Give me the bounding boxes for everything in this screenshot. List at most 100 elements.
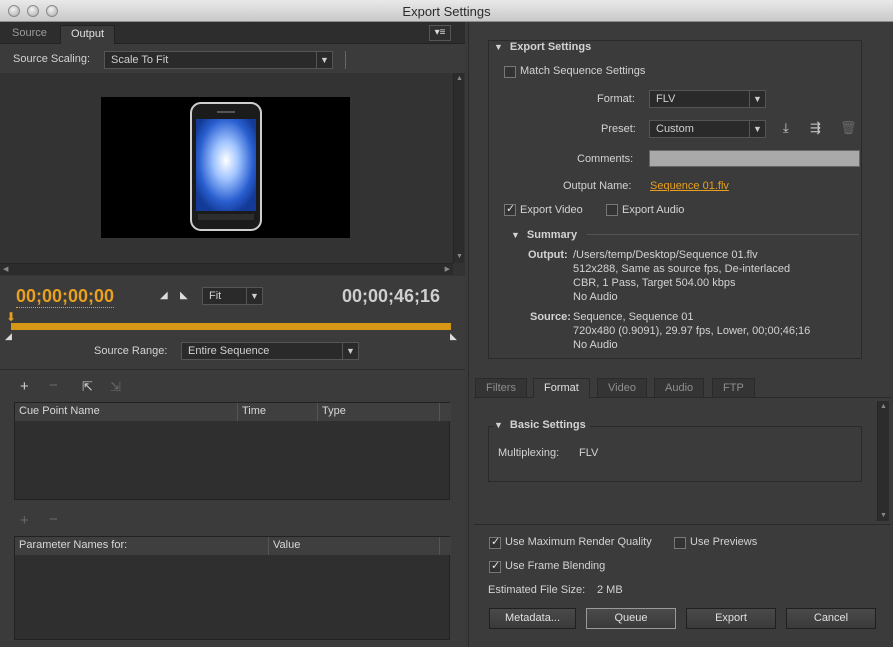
import-cue-points-icon[interactable]: ⇱	[82, 379, 93, 395]
match-sequence-label: Match Sequence Settings	[520, 65, 646, 77]
frame-blending-checkbox[interactable]	[489, 559, 501, 573]
preview-vertical-scrollbar[interactable]: ▲ ▼	[453, 73, 464, 263]
column-header-parameter-names[interactable]: Parameter Names for:	[15, 537, 269, 555]
export-video-label: Export Video	[520, 204, 583, 216]
max-render-quality-label: Use Maximum Render Quality	[505, 536, 652, 548]
settings-vertical-scrollbar[interactable]: ▲ ▼	[877, 401, 889, 521]
tab-ftp[interactable]: FTP	[712, 378, 755, 398]
chevron-down-icon: ▼	[749, 91, 765, 107]
format-value: FLV	[656, 93, 676, 105]
summary-source-line: Sequence, Sequence 01	[573, 311, 694, 323]
playhead-icon[interactable]: ⬇	[6, 310, 16, 324]
basic-settings-header[interactable]: ▼ Basic Settings	[494, 419, 590, 431]
phone-image	[190, 102, 262, 231]
tab-format[interactable]: Format	[533, 378, 590, 398]
chevron-down-icon: ▼	[316, 52, 332, 68]
summary-output-line: CBR, 1 Pass, Target 504.00 kbps	[573, 277, 736, 289]
disclosure-triangle-icon: ▼	[494, 42, 503, 52]
preset-value: Custom	[656, 123, 694, 135]
summary-output-label: Output:	[528, 249, 568, 261]
delete-preset-icon[interactable]: 🗑	[840, 120, 857, 136]
source-scaling-dropdown[interactable]: Scale To Fit ▼	[104, 51, 333, 69]
set-in-point-icon[interactable]: ◢	[160, 290, 168, 301]
export-settings-header[interactable]: ▼ Export Settings	[494, 41, 591, 53]
export-button[interactable]: Export	[686, 608, 776, 629]
basic-settings-label: Basic Settings	[509, 419, 586, 431]
zoom-fit-value: Fit	[209, 290, 222, 302]
estimated-file-size-value: 2 MB	[597, 584, 623, 596]
current-timecode[interactable]: 00;00;00;00	[16, 286, 115, 308]
source-range-label: Source Range:	[94, 345, 168, 357]
in-point-marker-icon[interactable]: ◢	[5, 331, 12, 342]
source-scaling-label: Source Scaling:	[13, 53, 91, 65]
export-settings-label: Export Settings	[509, 41, 592, 53]
tab-audio[interactable]: Audio	[654, 378, 705, 398]
chevron-down-icon: ▼	[246, 288, 262, 304]
timeline-bar[interactable]	[11, 323, 451, 330]
disclosure-triangle-icon: ▼	[511, 230, 520, 240]
preset-dropdown[interactable]: Custom ▼	[649, 120, 766, 138]
summary-source-line: 720x480 (0.9091), 29.97 fps, Lower, 00;0…	[573, 325, 811, 337]
export-audio-label: Export Audio	[622, 204, 685, 216]
export-video-checkbox[interactable]	[504, 202, 516, 216]
comments-label: Comments:	[577, 153, 634, 165]
tab-filters[interactable]: Filters	[475, 378, 527, 398]
zoom-fit-dropdown[interactable]: Fit ▼	[202, 287, 263, 305]
set-out-point-icon[interactable]: ◣	[180, 290, 188, 301]
source-range-dropdown[interactable]: Entire Sequence ▼	[181, 342, 359, 360]
tab-video[interactable]: Video	[597, 378, 647, 398]
max-render-quality-checkbox[interactable]	[489, 535, 501, 549]
tab-output[interactable]: Output	[60, 25, 116, 44]
out-point-marker-icon[interactable]: ◣	[450, 331, 457, 342]
format-label: Format:	[597, 93, 635, 105]
save-preset-icon[interactable]: ⤓	[783, 120, 789, 136]
preview-horizontal-scrollbar[interactable]: ◀ ▶	[0, 263, 453, 275]
toolbar-divider	[345, 51, 346, 69]
add-parameter-icon[interactable]: +	[20, 512, 29, 529]
import-preset-icon[interactable]: ⇶	[810, 120, 821, 136]
column-header-spacer	[440, 403, 451, 421]
parameter-table: Parameter Names for: Value	[14, 536, 451, 640]
output-name-label: Output Name:	[563, 180, 632, 192]
comments-field[interactable]	[649, 150, 860, 167]
source-scaling-value: Scale To Fit	[111, 54, 169, 66]
remove-parameter-icon[interactable]: −	[49, 511, 58, 528]
video-preview	[101, 97, 350, 238]
divider	[0, 369, 465, 370]
duration-timecode: 00;00;46;16	[342, 286, 441, 306]
chevron-down-icon: ▼	[749, 121, 765, 137]
cancel-button[interactable]: Cancel	[786, 608, 876, 629]
column-header-type[interactable]: Type	[318, 403, 440, 421]
column-header-spacer	[440, 537, 451, 555]
estimated-file-size-label: Estimated File Size:	[488, 584, 586, 596]
summary-label: Summary	[526, 229, 578, 241]
summary-header[interactable]: ▼ Summary	[511, 229, 577, 241]
export-cue-points-icon[interactable]: ⇲	[110, 379, 121, 395]
divider	[474, 524, 891, 525]
add-cue-point-icon[interactable]: +	[20, 378, 29, 395]
column-header-time[interactable]: Time	[238, 403, 318, 421]
metadata-button[interactable]: Metadata...	[489, 608, 576, 629]
frame-blending-label: Use Frame Blending	[505, 560, 606, 572]
left-tabs: Source Output ▾≡	[0, 22, 465, 44]
remove-cue-point-icon[interactable]: −	[49, 377, 58, 394]
panel-menu-icon[interactable]: ▾≡	[429, 25, 451, 41]
summary-source-line: No Audio	[573, 339, 618, 351]
output-name-link[interactable]: Sequence 01.flv	[650, 180, 729, 192]
match-sequence-checkbox[interactable]	[504, 66, 516, 78]
tab-source[interactable]: Source	[2, 25, 57, 44]
format-dropdown[interactable]: FLV ▼	[649, 90, 766, 108]
queue-button[interactable]: Queue	[586, 608, 676, 629]
summary-source-label: Source:	[530, 311, 571, 323]
source-range-value: Entire Sequence	[188, 345, 270, 357]
use-previews-checkbox[interactable]	[674, 537, 686, 549]
window-title: Export Settings	[402, 4, 491, 19]
summary-output-line: No Audio	[573, 291, 618, 303]
column-header-cue-point-name[interactable]: Cue Point Name	[15, 403, 238, 421]
column-header-value[interactable]: Value	[269, 537, 440, 555]
use-previews-label: Use Previews	[690, 536, 758, 548]
cue-point-table: Cue Point Name Time Type	[14, 402, 451, 500]
export-audio-checkbox[interactable]	[606, 204, 618, 216]
summary-divider	[587, 234, 859, 235]
chevron-down-icon: ▼	[342, 343, 358, 359]
